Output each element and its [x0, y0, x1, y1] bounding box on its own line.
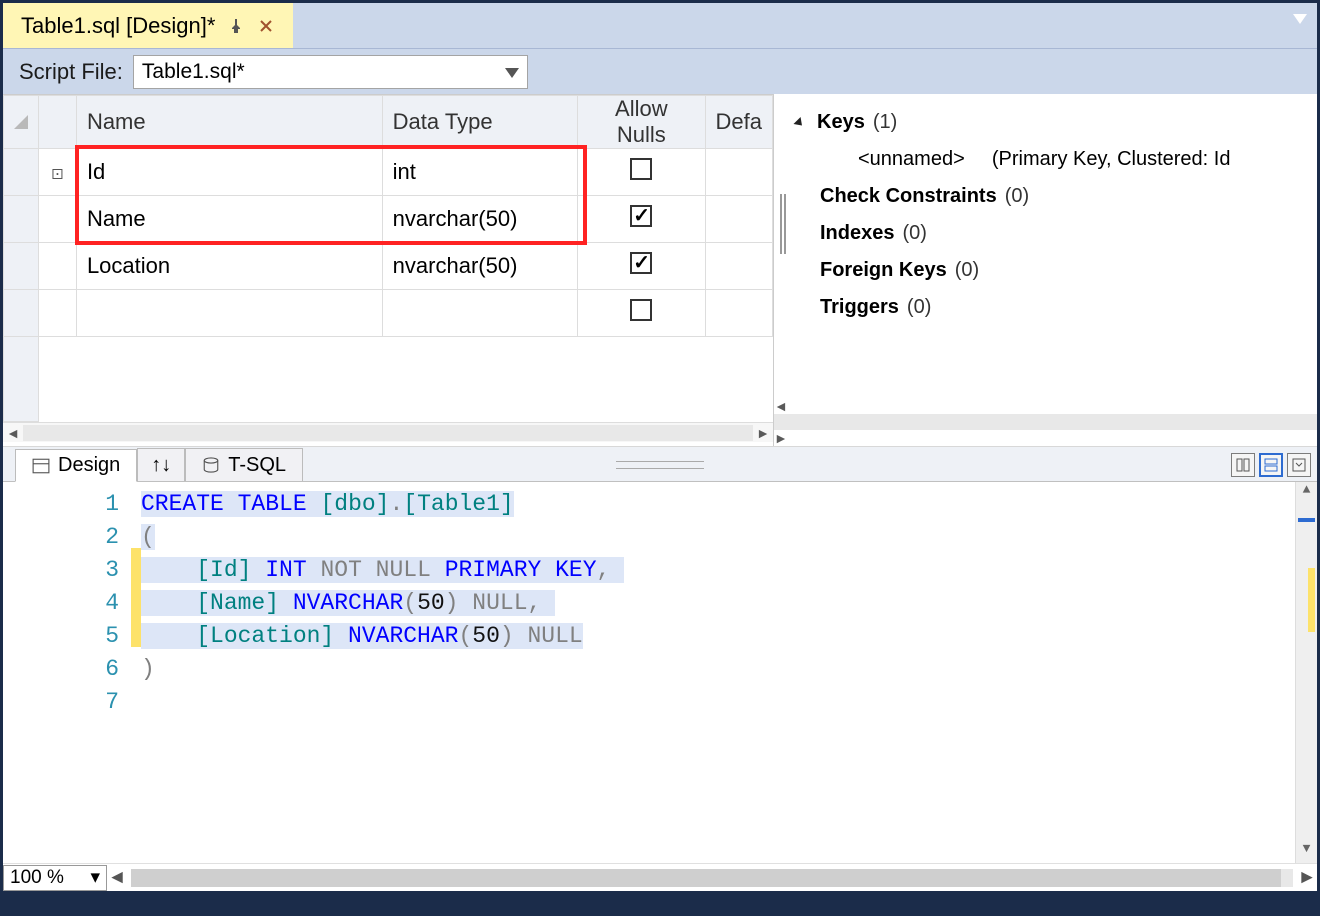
allow-nulls-checkbox[interactable]	[630, 252, 652, 274]
script-file-label: Script File:	[19, 59, 123, 85]
change-indicator-gutter	[131, 482, 141, 863]
close-icon[interactable]	[257, 19, 275, 33]
grid-row[interactable]: Location nvarchar(50)	[4, 243, 773, 290]
allow-nulls-checkbox[interactable]	[630, 158, 652, 180]
document-tab-bar: Table1.sql [Design]*	[3, 3, 1317, 48]
cell-type[interactable]: nvarchar(50)	[382, 196, 577, 243]
col-header-name[interactable]: Name	[76, 96, 382, 149]
grid-row[interactable]: Name nvarchar(50)	[4, 196, 773, 243]
editor-v-scrollbar[interactable]: ▲ ▼	[1295, 482, 1317, 863]
editor-bottom-bar: 100 % ▾ ◄ ►	[3, 863, 1317, 891]
layout-buttons	[1231, 453, 1311, 477]
cell-name[interactable]: Location	[76, 243, 382, 290]
scroll-left-icon[interactable]: ◄	[774, 398, 788, 414]
props-h-scrollbar[interactable]: ◄ ►	[774, 398, 1317, 446]
col-header-type[interactable]: Data Type	[382, 96, 577, 149]
chevron-down-icon: ▾	[90, 866, 100, 889]
cell-type[interactable]: nvarchar(50)	[382, 243, 577, 290]
scroll-down-icon[interactable]: ▼	[1296, 841, 1317, 863]
allow-nulls-checkbox[interactable]	[630, 205, 652, 227]
pin-icon[interactable]	[227, 19, 245, 33]
layout-horizontal-button[interactable]	[1259, 453, 1283, 477]
designer-h-scrollbar[interactable]: ◄ ►	[3, 422, 773, 442]
layout-collapse-button[interactable]	[1287, 453, 1311, 477]
script-file-value: Table1.sql*	[142, 60, 245, 84]
designer-split: Name Data Type Allow Nulls Defa 🝕 Id int	[3, 94, 1317, 446]
document-tab-title: Table1.sql [Design]*	[21, 13, 215, 39]
row-header-corner	[4, 96, 39, 149]
code-text[interactable]: CREATE TABLE [dbo].[Table1] ( [Id] INT N…	[141, 482, 1295, 863]
scroll-right-icon[interactable]: ►	[753, 425, 773, 441]
col-header-default[interactable]: Defa	[705, 96, 773, 149]
cell-name[interactable]: Id	[76, 149, 382, 196]
grid-row-new[interactable]	[4, 290, 773, 337]
grid-row-empty	[4, 337, 773, 422]
scroll-right-icon[interactable]: ►	[1297, 867, 1317, 889]
props-triggers[interactable]: Triggers (0)	[796, 289, 1309, 326]
script-file-select[interactable]: Table1.sql*	[133, 55, 528, 89]
cell-name[interactable]: Name	[76, 196, 382, 243]
scroll-left-icon[interactable]: ◄	[107, 867, 127, 889]
props-keys[interactable]: Keys (1)	[796, 104, 1309, 141]
script-file-toolbar: Script File: Table1.sql*	[3, 48, 1317, 94]
tab-swap[interactable]: ↑↓	[137, 448, 185, 481]
chevron-down-icon	[505, 60, 519, 84]
line-number-gutter: 123 456 7	[3, 482, 131, 863]
props-keys-item[interactable]: <unnamed> (Primary Key, Clustered: Id	[796, 141, 1309, 178]
footer-gap	[3, 891, 1317, 913]
allow-nulls-checkbox[interactable]	[630, 299, 652, 321]
scroll-left-icon[interactable]: ◄	[3, 425, 23, 441]
swap-icon: ↑↓	[151, 454, 171, 477]
columns-grid[interactable]: Name Data Type Allow Nulls Defa 🝕 Id int	[3, 94, 773, 422]
sql-editor: 123 456 7 CREATE TABLE [dbo].[Table1] ( …	[3, 482, 1317, 891]
layout-vertical-button[interactable]	[1231, 453, 1255, 477]
grid-header-row: Name Data Type Allow Nulls Defa	[4, 96, 773, 149]
designer-pane: Name Data Type Allow Nulls Defa 🝕 Id int	[3, 94, 773, 446]
properties-pane: Keys (1) <unnamed> (Primary Key, Cluster…	[773, 94, 1317, 446]
expand-icon[interactable]	[793, 116, 805, 128]
cell-type[interactable]: int	[382, 149, 577, 196]
tab-design[interactable]: Design	[15, 449, 137, 482]
view-switcher: Design ↑↓ T-SQL	[3, 446, 1317, 482]
props-check-constraints[interactable]: Check Constraints (0)	[796, 178, 1309, 215]
scroll-up-icon[interactable]: ▲	[1296, 482, 1317, 504]
app-shell: Table1.sql [Design]* Script File: Table1…	[0, 0, 1320, 916]
document-tab[interactable]: Table1.sql [Design]*	[3, 3, 293, 48]
scroll-right-icon[interactable]: ►	[774, 430, 788, 446]
grid-row[interactable]: 🝕 Id int	[4, 149, 773, 196]
editor-h-scrollbar[interactable]	[131, 869, 1293, 887]
window-list-dropdown-icon[interactable]	[1293, 11, 1307, 27]
props-foreign-keys[interactable]: Foreign Keys (0)	[796, 252, 1309, 289]
primary-key-icon: 🝕	[52, 158, 63, 187]
props-indexes[interactable]: Indexes (0)	[796, 215, 1309, 252]
splitter-handle[interactable]	[780, 194, 788, 264]
zoom-select[interactable]: 100 % ▾	[3, 865, 107, 891]
tab-tsql[interactable]: T-SQL	[185, 448, 303, 481]
pane-resize-grip[interactable]	[616, 461, 704, 469]
col-header-nulls[interactable]: Allow Nulls	[578, 96, 705, 149]
